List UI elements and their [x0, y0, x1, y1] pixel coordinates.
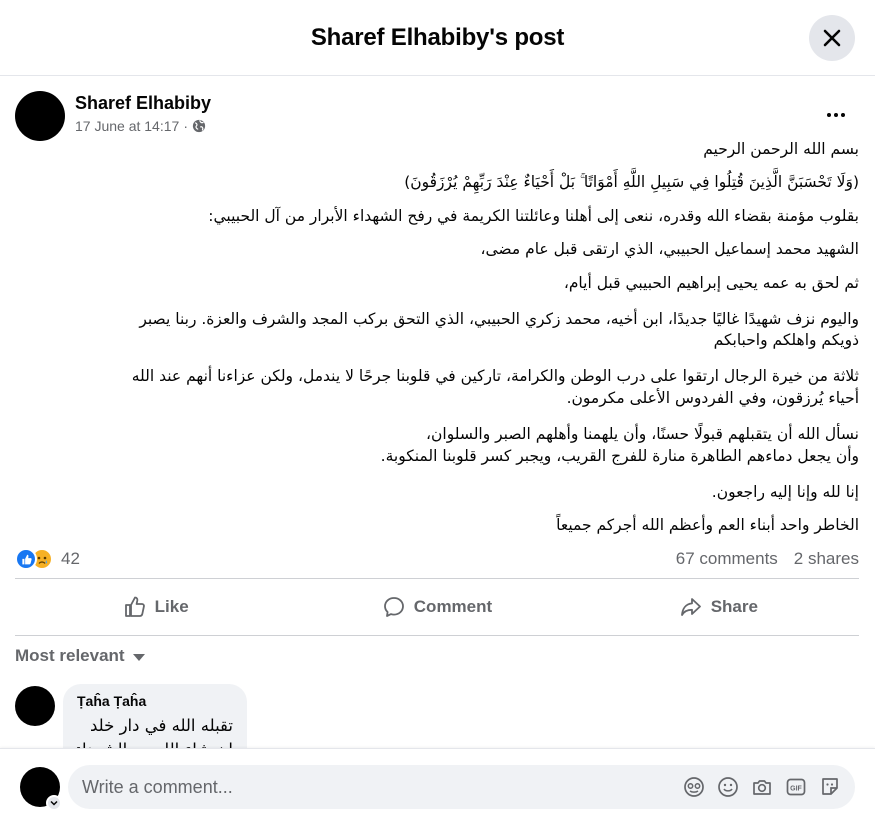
globe-icon[interactable]: [192, 119, 206, 133]
share-icon: [680, 598, 701, 616]
close-button[interactable]: [809, 15, 855, 61]
post-line: أحياء يُرزقون، وفي الفردوس الأعلى مكرمون…: [566, 389, 859, 407]
post-timestamp[interactable]: 17 June at 14:17: [75, 116, 179, 136]
post-line: إنا لله وإنا إليه راجعون.: [711, 483, 859, 501]
post-line: واليوم نزف شهيدًا غاليًا جديدًا، ابن أخي…: [139, 310, 859, 328]
comment-item: Ṭaĥa Ṭaĥa تقبله الله في دار خلد ان شاء ا…: [15, 684, 255, 748]
shares-count[interactable]: 2 shares: [794, 549, 859, 569]
post-meta: 17 June at 14:17 ·: [75, 116, 211, 136]
commenter-name[interactable]: Ṭaĥa Ṭaĥa: [77, 692, 233, 710]
post-line: الشهيد محمد إسماعيل الحبيبي، الذي ارتقى …: [480, 240, 860, 258]
close-icon: [823, 29, 841, 47]
post-line: ذويكم واهلكم واحبابكم: [713, 331, 859, 349]
emoji-icon[interactable]: [717, 776, 739, 798]
reaction-count: 42: [61, 549, 80, 568]
post-line: نسأل الله أن يتقبلهم قبولًا حسنًا، وأن ي…: [426, 425, 859, 443]
comment-composer: GIF: [0, 748, 875, 832]
meta-separator: ·: [183, 118, 188, 134]
engagement-counts: 67 comments 2 shares: [676, 549, 859, 569]
comment-bubble: Ṭaĥa Ṭaĥa تقبله الله في دار خلد ان شاء ا…: [63, 684, 247, 748]
post-line: بسم الله الرحمن الرحيم: [703, 140, 859, 158]
comment-sort-dropdown[interactable]: Most relevant: [15, 644, 145, 668]
post-line: ثم لحق به عمه يحيى إبراهيم الحبيبي قبل أ…: [563, 274, 859, 292]
comment-button[interactable]: Comment: [296, 579, 577, 635]
action-bar: Like Comment Share: [15, 578, 859, 636]
author-avatar[interactable]: [15, 91, 65, 141]
author-name[interactable]: Sharef Elhabiby: [75, 92, 211, 114]
comment-input-wrap: GIF: [68, 765, 855, 809]
like-label: Like: [154, 597, 189, 616]
sticker-icon[interactable]: [819, 776, 841, 798]
more-options-button[interactable]: [821, 100, 851, 130]
chevron-down-icon: [132, 653, 145, 661]
comment-icon: [383, 597, 404, 617]
svg-text:GIF: GIF: [790, 786, 802, 793]
composer-avatar-wrap[interactable]: [20, 767, 62, 811]
author-block: Sharef Elhabiby 17 June at 14:17 ·: [75, 92, 211, 136]
like-icon: [15, 548, 37, 570]
comment-input[interactable]: [82, 776, 683, 798]
post-line: (وَلَا تَحْسَبَنَّ الَّذِينَ قُتِلُوا فِ…: [404, 173, 859, 191]
share-button[interactable]: Share: [578, 579, 859, 635]
comments-count[interactable]: 67 comments: [676, 549, 778, 569]
like-icon: [124, 596, 145, 617]
post-dialog-header: Sharef Elhabiby's post: [0, 0, 875, 76]
composer-tools: GIF: [683, 776, 841, 798]
sort-label: Most relevant: [15, 646, 125, 665]
comment-text: تقبله الله في دار خلد: [90, 716, 233, 735]
post-stats: 42 67 comments 2 shares: [15, 545, 859, 573]
post-line: الخاطر واحد أبناء العم وأعظم الله أجركم …: [556, 516, 859, 534]
camera-icon[interactable]: [751, 776, 773, 798]
like-button[interactable]: Like: [15, 579, 296, 635]
post-header: Sharef Elhabiby 17 June at 14:17 ·: [15, 91, 211, 143]
gif-icon[interactable]: GIF: [785, 776, 807, 798]
chevron-down-icon[interactable]: [46, 795, 62, 811]
page-title: Sharef Elhabiby's post: [310, 23, 565, 51]
commenter-avatar[interactable]: [15, 686, 55, 726]
more-icon: [827, 113, 831, 117]
avatar-sticker-icon[interactable]: [683, 776, 705, 798]
post-line: وأن يجعل دماءهم الطاهرة منارة للفرج القر…: [380, 447, 859, 465]
comment-text-cont: ان شاء الله مع الشهداء: [77, 738, 233, 748]
post-line: بقلوب مؤمنة بقضاء الله وقدره، ننعى إلى أ…: [208, 207, 859, 225]
share-label: Share: [710, 597, 758, 616]
reactions-summary[interactable]: 42: [15, 548, 80, 570]
comment-label: Comment: [413, 597, 493, 616]
post-line: ثلاثة من خيرة الرجال ارتقوا على درب الوط…: [131, 367, 859, 385]
